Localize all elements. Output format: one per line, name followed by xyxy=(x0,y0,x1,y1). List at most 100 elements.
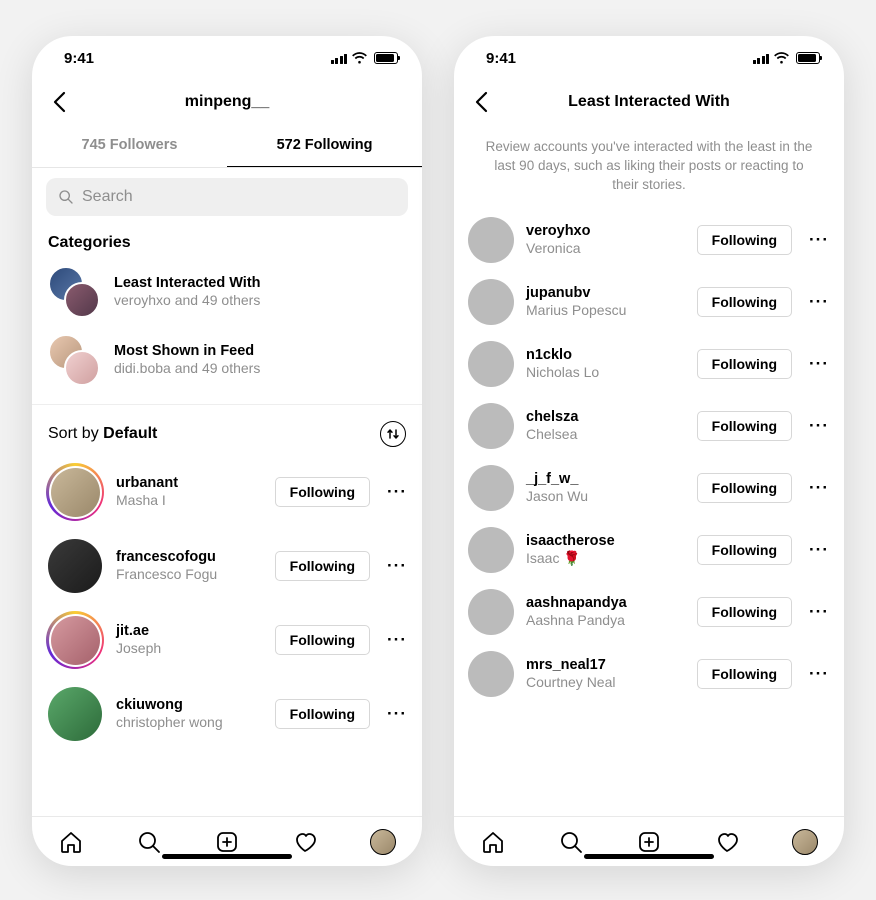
account-row[interactable]: isaactherose Isaac 🌹 Following ··· xyxy=(454,519,844,581)
following-button[interactable]: Following xyxy=(275,477,370,507)
avatar[interactable] xyxy=(46,537,104,595)
following-button[interactable]: Following xyxy=(697,659,792,689)
sort-row: Sort by Default xyxy=(32,413,422,455)
plus-square-icon xyxy=(215,830,239,854)
heart-icon xyxy=(715,830,739,854)
nav-profile[interactable] xyxy=(791,828,819,856)
avatar[interactable] xyxy=(468,279,514,325)
following-button[interactable]: Following xyxy=(697,535,792,565)
category-sub: veroyhxo and 49 others xyxy=(114,292,261,310)
display-name: Marius Popescu xyxy=(526,302,685,319)
following-button[interactable]: Following xyxy=(697,411,792,441)
display-name: Francesco Fogu xyxy=(116,566,263,583)
account-row[interactable]: veroyhxo Veronica Following ··· xyxy=(454,209,844,271)
nav-create[interactable] xyxy=(213,828,241,856)
following-button[interactable]: Following xyxy=(697,225,792,255)
avatar[interactable] xyxy=(468,465,514,511)
more-options-button[interactable]: ··· xyxy=(804,230,830,250)
username: chelsza xyxy=(526,409,685,426)
wifi-icon xyxy=(773,52,790,64)
nav-create[interactable] xyxy=(635,828,663,856)
more-options-button[interactable]: ··· xyxy=(804,540,830,560)
display-name: Veronica xyxy=(526,240,685,257)
account-row[interactable]: francescofogu Francesco Fogu Following ·… xyxy=(32,529,422,603)
content-scroll[interactable]: Review accounts you've interacted with t… xyxy=(454,124,844,816)
avatar[interactable] xyxy=(468,217,514,263)
display-name: Aashna Pandya xyxy=(526,612,685,629)
avatar[interactable] xyxy=(46,685,104,743)
category-sub: didi.boba and 49 others xyxy=(114,360,260,378)
more-options-button[interactable]: ··· xyxy=(804,354,830,374)
avatar[interactable] xyxy=(468,527,514,573)
phone-least-interacted-screen: 9:41 Least Interacted With Review accoun… xyxy=(454,36,844,866)
account-row[interactable]: jupanubv Marius Popescu Following ··· xyxy=(454,271,844,333)
more-options-button[interactable]: ··· xyxy=(382,556,408,576)
wifi-icon xyxy=(351,52,368,64)
more-options-button[interactable]: ··· xyxy=(382,630,408,650)
more-options-button[interactable]: ··· xyxy=(804,292,830,312)
following-button[interactable]: Following xyxy=(697,349,792,379)
following-button[interactable]: Following xyxy=(697,597,792,627)
avatar[interactable] xyxy=(468,589,514,635)
nav-activity[interactable] xyxy=(713,828,741,856)
more-options-button[interactable]: ··· xyxy=(804,416,830,436)
username: jit.ae xyxy=(116,623,263,640)
sort-button[interactable] xyxy=(380,421,406,447)
category-most-shown[interactable]: Most Shown in Feed didi.boba and 49 othe… xyxy=(32,326,422,394)
more-options-button[interactable]: ··· xyxy=(804,664,830,684)
header: Least Interacted With xyxy=(454,80,844,124)
category-title: Least Interacted With xyxy=(114,274,261,292)
nav-home[interactable] xyxy=(57,828,85,856)
more-options-button[interactable]: ··· xyxy=(382,704,408,724)
signal-icon xyxy=(331,53,348,64)
back-button[interactable] xyxy=(462,83,500,121)
following-button[interactable]: Following xyxy=(275,625,370,655)
account-row[interactable]: urbanant Masha I Following ··· xyxy=(32,455,422,529)
avatar[interactable] xyxy=(46,463,104,521)
nav-search[interactable] xyxy=(557,828,585,856)
status-icons xyxy=(331,52,399,64)
nav-profile[interactable] xyxy=(369,828,397,856)
divider xyxy=(32,404,422,405)
avatar[interactable] xyxy=(468,651,514,697)
categories-heading: Categories xyxy=(32,224,422,258)
following-button[interactable]: Following xyxy=(275,699,370,729)
avatar[interactable] xyxy=(468,341,514,387)
nav-search[interactable] xyxy=(135,828,163,856)
following-button[interactable]: Following xyxy=(697,473,792,503)
avatar[interactable] xyxy=(468,403,514,449)
home-icon xyxy=(59,830,83,854)
nav-activity[interactable] xyxy=(291,828,319,856)
category-least-interacted[interactable]: Least Interacted With veroyhxo and 49 ot… xyxy=(32,258,422,326)
profile-avatar-icon xyxy=(370,829,396,855)
search-input[interactable]: Search xyxy=(46,178,408,216)
following-button[interactable]: Following xyxy=(275,551,370,581)
more-options-button[interactable]: ··· xyxy=(804,478,830,498)
nav-home[interactable] xyxy=(479,828,507,856)
tab-following[interactable]: 572 Following xyxy=(227,124,422,167)
account-row[interactable]: chelsza Chelsea Following ··· xyxy=(454,395,844,457)
account-row[interactable]: ckiuwong christopher wong Following ··· xyxy=(32,677,422,751)
status-icons xyxy=(753,52,821,64)
account-row[interactable]: aashnapandya Aashna Pandya Following ··· xyxy=(454,581,844,643)
tab-followers[interactable]: 745 Followers xyxy=(32,124,227,167)
account-row[interactable]: _j_f_w_ Jason Wu Following ··· xyxy=(454,457,844,519)
display-name: Masha I xyxy=(116,492,263,509)
header: minpeng__ xyxy=(32,80,422,124)
categories-list: Least Interacted With veroyhxo and 49 ot… xyxy=(32,258,422,394)
more-options-button[interactable]: ··· xyxy=(382,482,408,502)
battery-icon xyxy=(374,52,398,64)
account-row[interactable]: mrs_neal17 Courtney Neal Following ··· xyxy=(454,643,844,705)
home-indicator xyxy=(162,854,292,859)
avatar[interactable] xyxy=(46,611,104,669)
category-avatars xyxy=(48,266,100,318)
following-button[interactable]: Following xyxy=(697,287,792,317)
home-indicator xyxy=(584,854,714,859)
account-row[interactable]: jit.ae Joseph Following ··· xyxy=(32,603,422,677)
back-button[interactable] xyxy=(40,83,78,121)
display-name: Chelsea xyxy=(526,426,685,443)
more-options-button[interactable]: ··· xyxy=(804,602,830,622)
account-row[interactable]: n1cklo Nicholas Lo Following ··· xyxy=(454,333,844,395)
username: francescofogu xyxy=(116,549,263,566)
content-scroll[interactable]: Search Categories Least Interacted With … xyxy=(32,168,422,816)
